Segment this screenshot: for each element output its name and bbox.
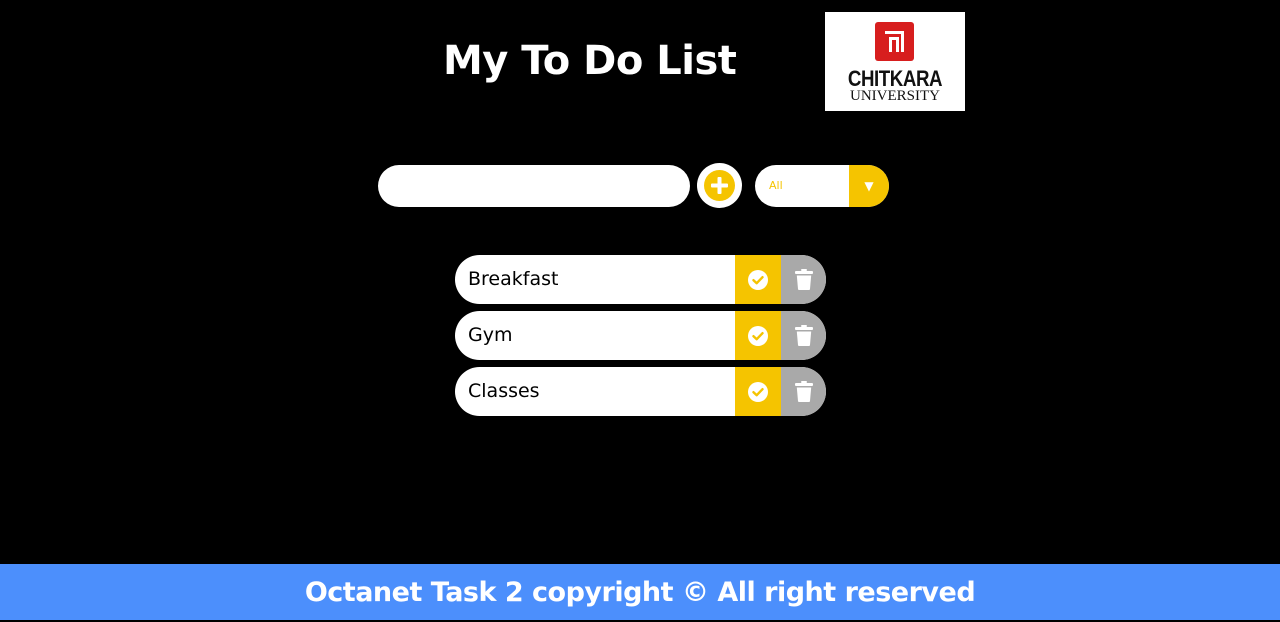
todo-item: Gym: [455, 311, 826, 360]
todo-list: Breakfast Gym Classes: [455, 255, 826, 423]
trash-icon: [794, 381, 813, 402]
logo-mark-icon: [875, 22, 914, 61]
add-todo-button[interactable]: [697, 163, 742, 208]
dropdown-arrow-icon[interactable]: ▼: [849, 165, 889, 207]
trash-icon: [794, 325, 813, 346]
filter-selected-value: All: [769, 179, 783, 192]
footer: Octanet Task 2 copyright © All right res…: [0, 564, 1280, 620]
delete-button[interactable]: [781, 367, 826, 416]
check-circle-icon: [748, 381, 768, 402]
logo-subtitle: UNIVERSITY: [850, 88, 940, 104]
todo-item: Classes: [455, 367, 826, 416]
check-circle-icon: [748, 269, 768, 290]
filter-select[interactable]: All ▼: [755, 165, 889, 207]
plus-circle-icon: [704, 170, 735, 201]
delete-button[interactable]: [781, 311, 826, 360]
todo-item: Breakfast: [455, 255, 826, 304]
todo-input[interactable]: [378, 165, 690, 207]
check-circle-icon: [748, 325, 768, 346]
page-title: My To Do List: [443, 38, 737, 84]
footer-text: Octanet Task 2 copyright © All right res…: [304, 576, 976, 608]
complete-button[interactable]: [735, 311, 781, 360]
trash-icon: [794, 269, 813, 290]
todo-label: Gym: [468, 324, 513, 346]
complete-button[interactable]: [735, 367, 781, 416]
university-logo: CHITKARA UNIVERSITY: [825, 12, 965, 111]
todo-label: Classes: [468, 380, 540, 402]
page: My To Do List CHITKARA UNIVERSITY All ▼: [0, 0, 1280, 622]
delete-button[interactable]: [781, 255, 826, 304]
todo-label: Breakfast: [468, 268, 559, 290]
complete-button[interactable]: [735, 255, 781, 304]
